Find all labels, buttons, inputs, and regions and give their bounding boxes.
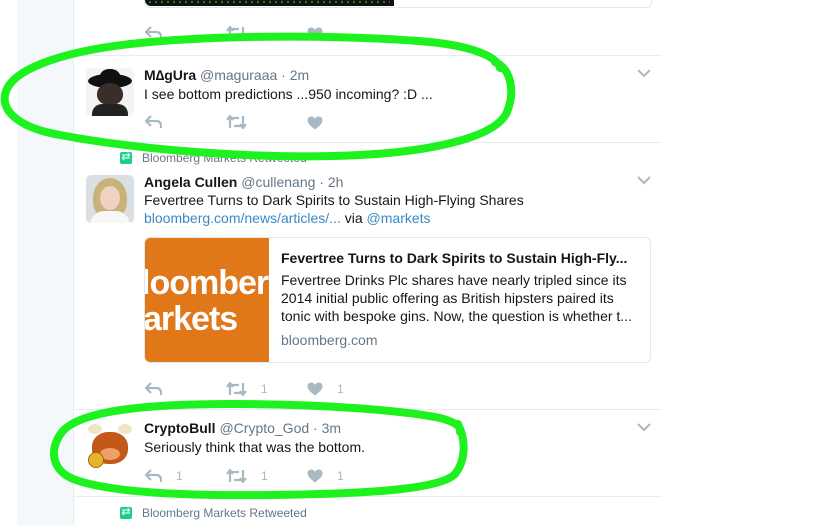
retweeted-context[interactable]: Bloomberg Markets Retweeted: [120, 150, 307, 165]
tweet-text: Seriously think that was the bottom.: [144, 439, 365, 455]
tweet-text: Fevertree Turns to Dark Spirits to Susta…: [144, 192, 524, 208]
like-button[interactable]: 1: [307, 382, 344, 396]
tweet-divider: [74, 55, 662, 56]
tweet-divider: [74, 409, 662, 410]
reply-button[interactable]: [145, 115, 162, 129]
like-count: 1: [337, 382, 344, 396]
reply-button[interactable]: [145, 382, 162, 396]
card-image-text: loomberg: [145, 264, 269, 302]
card-image: loomberg arkets: [145, 238, 269, 362]
card-description: Fevertree Drinks Plc shares have nearly …: [281, 272, 632, 324]
chevron-down-icon[interactable]: [637, 422, 651, 432]
previous-media-image: [145, 0, 394, 6]
reply-button[interactable]: [145, 26, 162, 40]
user-name[interactable]: Angela Cullen: [144, 174, 237, 190]
card-image-text: arkets: [145, 300, 238, 338]
right-gutter: [663, 0, 820, 525]
retweet-button[interactable]: [226, 26, 247, 40]
like-count: 1: [337, 469, 344, 483]
retweet-button[interactable]: [226, 115, 247, 129]
heart-icon: [307, 469, 323, 483]
user-name[interactable]: CryptoBull: [144, 420, 216, 436]
retweeted-by-label: Bloomberg Markets Retweeted: [142, 506, 307, 520]
avatar[interactable]: [86, 175, 134, 223]
retweet-badge-icon: [120, 150, 132, 164]
heart-icon: [307, 27, 323, 41]
tweet-divider: [74, 142, 662, 143]
like-button[interactable]: [307, 116, 323, 130]
heart-icon: [307, 382, 323, 396]
tweet-time[interactable]: · 2m: [281, 67, 309, 83]
user-name[interactable]: M∆gUra: [144, 67, 196, 83]
retweet-icon: [226, 115, 247, 129]
like-button[interactable]: [307, 27, 323, 41]
card-domain: bloomberg.com: [281, 332, 378, 348]
reply-icon: [145, 26, 162, 39]
tweet-header: M∆gUra @maguraaa · 2m: [144, 67, 309, 83]
tweet-divider: [74, 496, 662, 497]
retweet-badge-icon: [120, 505, 132, 519]
chevron-down-icon[interactable]: [637, 68, 651, 78]
retweet-icon: [226, 26, 247, 40]
card-body: Fevertree Turns to Dark Spirits to Susta…: [281, 250, 641, 348]
tweet-header: CryptoBull @Crypto_God · 3m: [144, 420, 341, 436]
retweet-button[interactable]: 1: [226, 382, 268, 396]
reply-icon: [145, 115, 162, 128]
retweeted-by-label: Bloomberg Markets Retweeted: [142, 151, 307, 165]
mention-link[interactable]: @markets: [367, 210, 431, 226]
left-gutter: [0, 0, 17, 525]
avatar[interactable]: [86, 68, 134, 116]
tweet-header: Angela Cullen @cullenang · 2h: [144, 174, 343, 190]
reply-icon: [145, 469, 162, 482]
heart-icon: [307, 116, 323, 130]
tweet-link-line: bloomberg.com/news/articles/... via @mar…: [144, 210, 431, 226]
user-handle[interactable]: @cullenang: [241, 174, 315, 190]
user-handle[interactable]: @maguraaa: [200, 67, 277, 83]
article-link[interactable]: bloomberg.com/news/articles/...: [144, 210, 341, 226]
via-label: via: [344, 210, 363, 226]
avatar[interactable]: [86, 422, 134, 470]
tweet-time[interactable]: · 2h: [319, 174, 343, 190]
tweet-text: I see bottom predictions ...950 incoming…: [144, 86, 433, 102]
retweet-icon: [226, 382, 247, 396]
retweet-button[interactable]: 1: [226, 469, 268, 483]
reply-icon: [145, 382, 162, 395]
reply-count: 1: [176, 469, 183, 483]
retweet-count: 1: [261, 382, 268, 396]
previous-tweet-media[interactable]: [144, 0, 652, 8]
reply-button[interactable]: 1: [145, 469, 183, 483]
tweet-time[interactable]: · 3m: [313, 420, 341, 436]
retweeted-context[interactable]: Bloomberg Markets Retweeted: [120, 505, 307, 520]
user-handle[interactable]: @Crypto_God: [219, 420, 309, 436]
chevron-down-icon[interactable]: [637, 175, 651, 185]
link-card[interactable]: loomberg arkets Fevertree Turns to Dark …: [144, 237, 651, 363]
like-button[interactable]: 1: [307, 469, 344, 483]
card-title: Fevertree Turns to Dark Spirits to Susta…: [281, 250, 628, 266]
retweet-count: 1: [261, 469, 268, 483]
retweet-icon: [226, 469, 247, 483]
